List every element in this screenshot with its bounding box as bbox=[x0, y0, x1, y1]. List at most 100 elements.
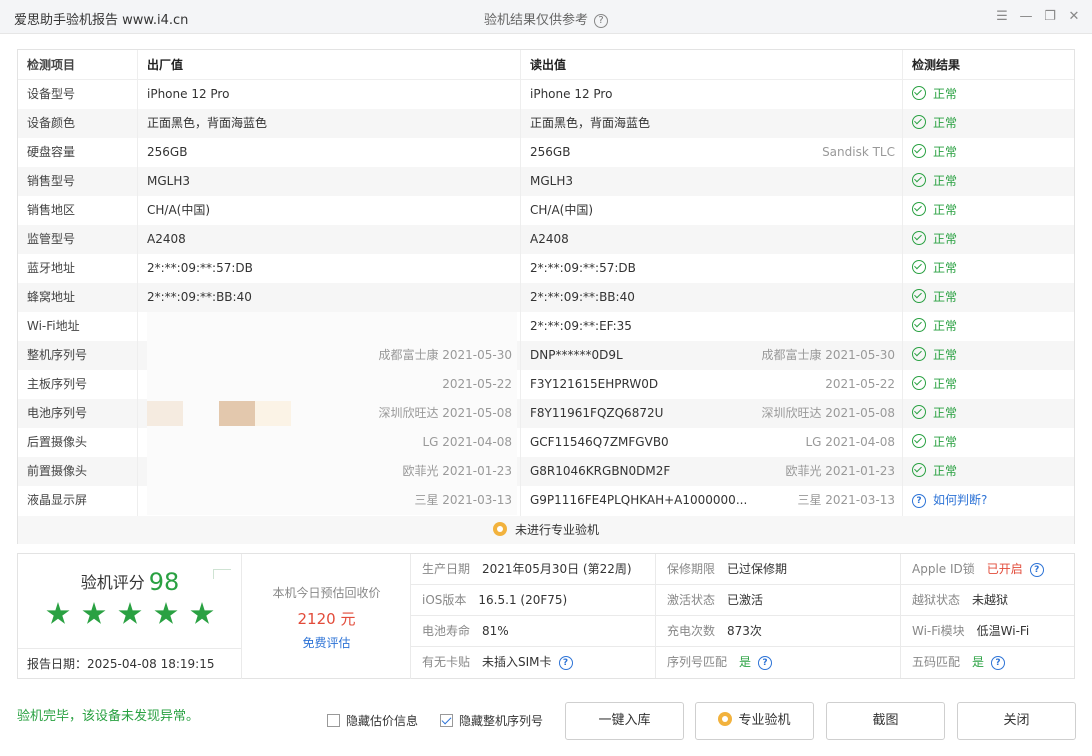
row-item-label: 硬盘容量 bbox=[27, 145, 76, 159]
column-divider bbox=[137, 50, 138, 516]
row-factory-note: 成都富士康 2021-05-30 bbox=[378, 348, 512, 362]
row-factory-note bbox=[147, 312, 512, 341]
estimate-label: 本机今日预估回收价 bbox=[272, 586, 381, 600]
restore-icon[interactable]: ❐ bbox=[1042, 8, 1058, 26]
row-result: 正常 bbox=[912, 399, 1072, 428]
info-value: 未插入SIM卡 bbox=[482, 655, 552, 669]
medal-icon bbox=[718, 712, 733, 726]
question-icon[interactable]: ? bbox=[912, 494, 926, 508]
table-header: 检测项目 出厂值 读出值 检测结果 bbox=[18, 50, 1074, 80]
check-circle-icon bbox=[912, 463, 926, 477]
row-read-note bbox=[530, 312, 895, 341]
star-icon bbox=[154, 602, 178, 624]
table-row: Wi-Fi地址 2*:**:09:**:EF:35 正常 bbox=[18, 312, 1074, 341]
pro-check-row[interactable]: 未进行专业验机 bbox=[18, 516, 1074, 544]
center-title-text: 验机结果仅供参考 bbox=[483, 13, 588, 28]
row-factory-note bbox=[147, 196, 512, 225]
free-estimate-link[interactable]: 免费评估 bbox=[242, 634, 411, 651]
star-icon bbox=[82, 602, 106, 624]
menu-icon[interactable]: ☰ bbox=[994, 8, 1010, 26]
row-read-note bbox=[530, 225, 895, 254]
row-result[interactable]: ? 如何判断? bbox=[912, 486, 1072, 515]
star-icon bbox=[46, 602, 70, 624]
result-text: 正常 bbox=[933, 406, 958, 420]
info-cell: iOS版本 16.5.1 (20F75) bbox=[411, 585, 656, 616]
help-icon[interactable]: ? bbox=[758, 656, 773, 670]
star-rating bbox=[46, 602, 214, 626]
table-row: 液晶显示屏 三星 2021-03-13 G9P1116FE4PLQHKAH+A100… bbox=[18, 486, 1074, 515]
row-factory-note: 2021-05-22 bbox=[442, 377, 512, 391]
info-cell: 激活状态 已激活 bbox=[656, 585, 901, 616]
check-circle-icon bbox=[912, 115, 926, 129]
info-cell: 生产日期 2021年05月30日 (第22周) bbox=[411, 554, 656, 585]
row-result: 正常 bbox=[912, 138, 1072, 167]
result-text: 正常 bbox=[933, 377, 958, 391]
estimate-box: 本机今日预估回收价 2120 元 免费评估 bbox=[242, 554, 411, 679]
info-value: 已激活 bbox=[727, 593, 764, 607]
column-divider bbox=[520, 50, 521, 516]
score-value: 98 bbox=[148, 568, 180, 596]
checkbox-box-checked[interactable] bbox=[440, 714, 453, 727]
score-box: 验机评分 98 bbox=[18, 554, 242, 648]
minimize-icon[interactable]: — bbox=[1018, 8, 1034, 26]
help-icon[interactable]: ? bbox=[558, 656, 573, 670]
result-text: 正常 bbox=[933, 203, 958, 217]
check-table: 检测项目 出厂值 读出值 检测结果 设备型号 iPhone 12 Pro iPhon… bbox=[17, 49, 1075, 544]
pro-check-button[interactable]: 专业验机 bbox=[695, 702, 814, 740]
window-controls: ☰ — ❐ ✕ bbox=[994, 8, 1082, 26]
row-item-label: 液晶显示屏 bbox=[27, 493, 88, 507]
row-result: 正常 bbox=[912, 457, 1072, 486]
close-icon[interactable]: ✕ bbox=[1066, 8, 1082, 26]
row-factory-note bbox=[147, 80, 512, 109]
info-label: 激活状态 bbox=[667, 593, 716, 607]
help-icon[interactable]: ? bbox=[991, 656, 1006, 670]
score-label: 验机评分 bbox=[80, 573, 145, 592]
header-item: 检测项目 bbox=[27, 58, 76, 72]
flag-icon bbox=[213, 569, 231, 579]
result-text: 正常 bbox=[933, 87, 958, 101]
import-button[interactable]: 一键入库 bbox=[565, 702, 684, 740]
title-bar: 爱思助手验机报告 www.i4.cn 验机结果仅供参考? ☰ — ❐ ✕ bbox=[0, 0, 1092, 34]
hide-serial-checkbox[interactable]: 隐藏整机序列号 bbox=[440, 713, 543, 729]
pro-check-label: 未进行专业验机 bbox=[514, 523, 599, 537]
check-circle-icon bbox=[912, 376, 926, 390]
header-result: 检测结果 bbox=[912, 58, 961, 72]
row-item-label: 蓝牙地址 bbox=[27, 261, 76, 275]
row-read-note bbox=[530, 196, 895, 225]
row-read-note: 成都富士康 2021-05-30 bbox=[761, 348, 895, 362]
result-text: 正常 bbox=[933, 435, 958, 449]
row-read-note bbox=[530, 167, 895, 196]
hide-price-checkbox[interactable]: 隐藏估价信息 bbox=[327, 713, 418, 729]
done-message: 验机完毕，该设备未发现异常。 bbox=[17, 709, 200, 724]
row-result: 正常 bbox=[912, 370, 1072, 399]
row-read-note: 2021-05-22 bbox=[825, 377, 895, 391]
result-text: 正常 bbox=[933, 261, 958, 275]
table-row: 蓝牙地址 2*:**:09:**:57:DB 2*:**:09:**:57:DB 正常 bbox=[18, 254, 1074, 283]
screenshot-button[interactable]: 截图 bbox=[826, 702, 945, 740]
checkbox-box[interactable] bbox=[327, 714, 340, 727]
result-text: 正常 bbox=[933, 174, 958, 188]
info-label: 充电次数 bbox=[667, 624, 716, 638]
info-cell: 有无卡贴 未插入SIM卡? bbox=[411, 647, 656, 678]
help-icon[interactable]: ? bbox=[1029, 563, 1044, 577]
result-text: 正常 bbox=[933, 348, 958, 362]
check-circle-icon bbox=[912, 434, 926, 448]
row-read-note bbox=[530, 254, 895, 283]
check-circle-icon bbox=[912, 144, 926, 158]
info-cell: 电池寿命 81% bbox=[411, 616, 656, 647]
check-circle-icon bbox=[912, 173, 926, 187]
row-read-note bbox=[530, 80, 895, 109]
score-line: 验机评分 98 bbox=[18, 568, 242, 596]
info-cell: 越狱状态 未越狱 bbox=[901, 585, 1074, 616]
table-row: 整机序列号 成都富士康 2021-05-30 DNP******0D9L 成都富士康 … bbox=[18, 341, 1074, 370]
info-label: 有无卡贴 bbox=[422, 655, 471, 669]
info-value: 16.5.1 (20F75) bbox=[478, 593, 568, 607]
info-label: 保修期限 bbox=[667, 562, 716, 576]
how-to-judge-link[interactable]: 如何判断? bbox=[933, 493, 987, 507]
row-read-note bbox=[530, 283, 895, 312]
info-value: 81% bbox=[482, 624, 509, 638]
help-icon[interactable]: ? bbox=[594, 14, 608, 28]
close-button[interactable]: 关闭 bbox=[957, 702, 1076, 740]
table-row: 前置摄像头 欧菲光 2021-01-23 G8R1046KRGBN0DM2F 欧菲光 … bbox=[18, 457, 1074, 486]
info-value: 873次 bbox=[727, 624, 762, 638]
